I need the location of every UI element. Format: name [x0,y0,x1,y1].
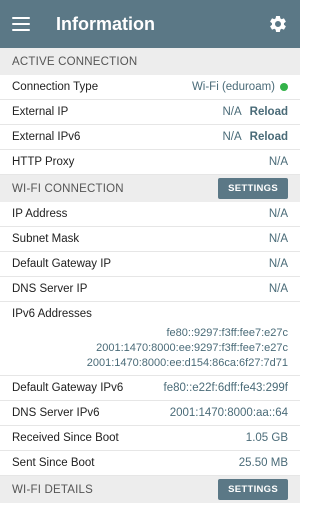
ipv6-address: fe80::9297:f3ff:fee7:e27c [166,327,288,339]
row-label: IPv6 Addresses [12,308,92,320]
row-subnet-mask: Subnet Mask N/A [0,227,300,252]
row-default-gateway-ipv6: Default Gateway IPv6 fe80::e22f:6dff:fe4… [0,376,300,401]
row-sent-since-boot: Sent Since Boot 25.50 MB [0,451,300,476]
gear-icon[interactable] [268,14,288,34]
row-label: External IP [12,106,69,118]
row-dns-server-ip: DNS Server IP N/A [0,277,300,302]
row-value: N/A [268,156,288,168]
external-ip-value: N/A [222,106,242,118]
section-title: WI-FI CONNECTION [12,182,124,195]
row-value: Wi-Fi (eduroam) [192,81,288,93]
app-bar: Information [0,0,300,48]
wifi-details-settings-button[interactable]: SETTINGS [218,479,288,500]
row-label: HTTP Proxy [12,156,75,168]
row-default-gateway-ip: Default Gateway IP N/A [0,252,300,277]
row-label: Default Gateway IPv6 [12,382,124,394]
row-received-since-boot: Received Since Boot 1.05 GB [0,426,300,451]
row-value: N/A [268,283,288,295]
row-label: DNS Server IPv6 [12,407,100,419]
row-value: 2001:1470:8000:aa::64 [169,407,288,419]
menu-icon-bar [12,23,30,25]
row-value: N/A [268,208,288,220]
row-label: Sent Since Boot [12,457,95,469]
section-active-connection: ACTIVE CONNECTION [0,48,300,75]
external-ipv6-value: N/A [222,131,242,143]
section-wifi-connection: WI-FI CONNECTION SETTINGS [0,175,300,202]
row-value: N/A Reload [222,131,288,143]
menu-icon-bar [12,29,30,31]
row-ip-address: IP Address N/A [0,202,300,227]
row-value: N/A [268,258,288,270]
row-value: fe80::e22f:6dff:fe43:299f [163,382,288,394]
reload-external-ipv6-button[interactable]: Reload [250,131,288,143]
section-title: ACTIVE CONNECTION [12,55,138,68]
row-label: Connection Type [12,81,99,93]
row-value: 1.05 GB [245,432,288,444]
row-external-ip: External IP N/A Reload [0,100,300,125]
reload-external-ip-button[interactable]: Reload [250,106,288,118]
row-connection-type: Connection Type Wi-Fi (eduroam) [0,75,300,100]
row-label: DNS Server IP [12,283,88,295]
menu-icon-bar [12,17,30,19]
row-dns-server-ipv6: DNS Server IPv6 2001:1470:8000:aa::64 [0,401,300,426]
row-label: Received Since Boot [12,432,119,444]
row-value: N/A [268,233,288,245]
connection-type-value: Wi-Fi (eduroam) [191,81,275,93]
row-external-ipv6: External IPv6 N/A Reload [0,125,300,150]
page-title: Information [56,13,155,34]
wifi-settings-button[interactable]: SETTINGS [218,178,288,199]
ipv6-address: 2001:1470:8000:ee:9297:f3ff:fee7:e27c [96,342,288,354]
row-ipv6-addresses: IPv6 Addresses fe80::9297:f3ff:fee7:e27c… [0,302,300,376]
row-label: Subnet Mask [12,233,80,245]
menu-icon[interactable] [12,17,30,31]
row-value: 25.50 MB [238,457,288,469]
row-label: External IPv6 [12,131,81,143]
row-http-proxy: HTTP Proxy N/A [0,150,300,175]
section-wifi-details: WI-FI DETAILS SETTINGS [0,476,300,503]
row-label: IP Address [12,208,68,220]
section-title: WI-FI DETAILS [12,483,93,496]
row-value: N/A Reload [222,106,288,118]
ipv6-address: 2001:1470:8000:ee:d154:86ca:6f27:7d71 [86,357,288,369]
status-indicator [280,83,288,91]
row-label: Default Gateway IP [12,258,112,270]
